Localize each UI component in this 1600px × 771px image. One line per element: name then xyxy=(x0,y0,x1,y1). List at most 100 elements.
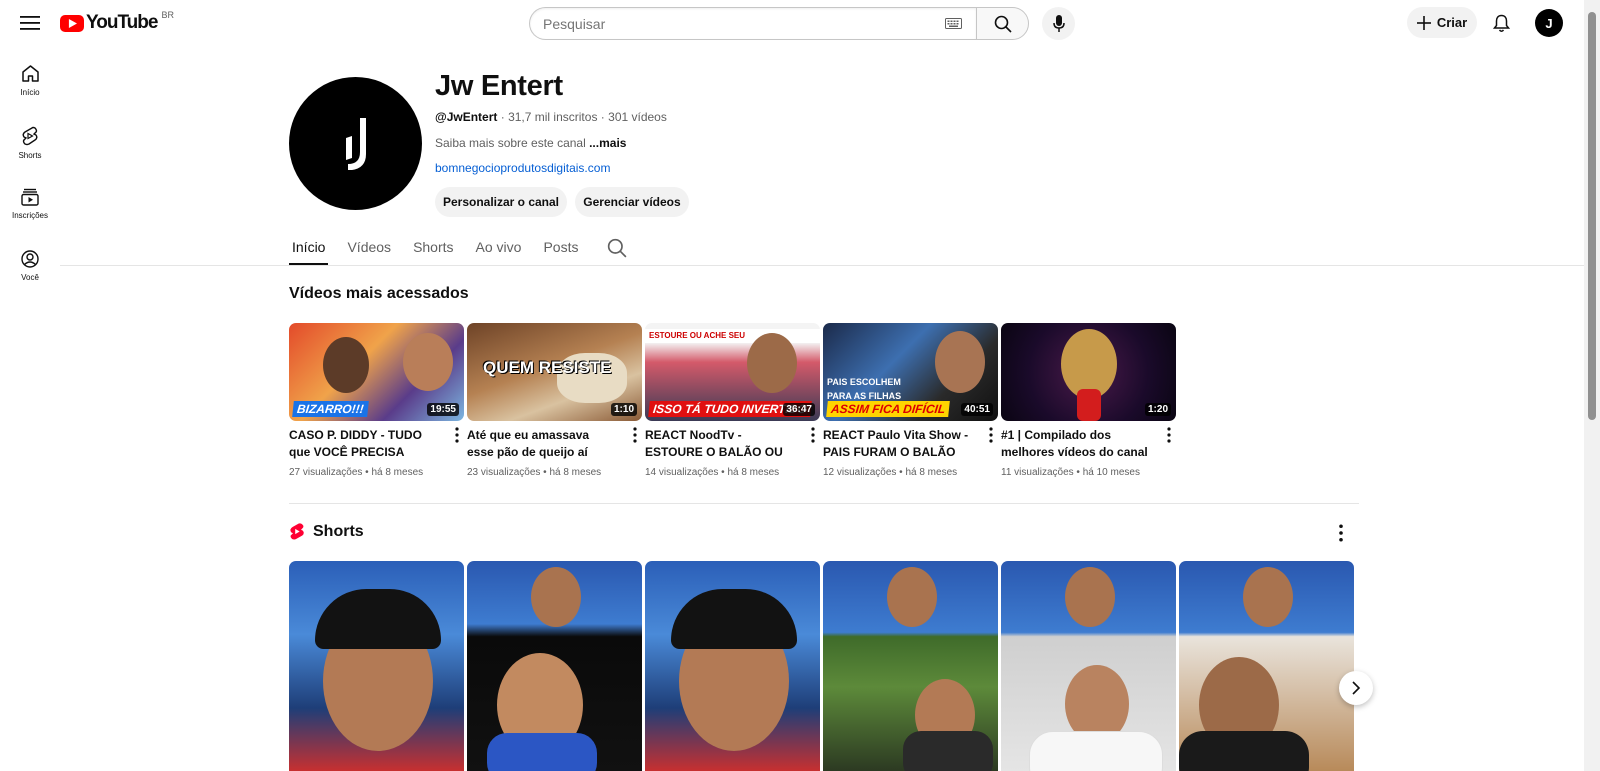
menu-icon xyxy=(20,16,40,30)
channel-handle: @JwEntert xyxy=(435,110,498,124)
video-card[interactable]: ESTOURE OU ACHE SEU ISSO TÁ TUDO INVERTI… xyxy=(645,323,820,478)
chevron-right-icon xyxy=(1352,681,1361,695)
video-card[interactable]: PAIS ESCOLHEM PARA AS FILHAS ASSIM FICA … xyxy=(823,323,998,478)
notifications-button[interactable] xyxy=(1486,8,1516,38)
page-scrollbar-thumb[interactable] xyxy=(1588,12,1596,420)
video-thumbnail[interactable]: QUEM RESISTE 1:10 xyxy=(467,323,642,421)
thumbnail-shirt xyxy=(1179,731,1309,771)
keyboard-icon[interactable] xyxy=(945,18,962,29)
thumbnail-caption: QUEM RESISTE xyxy=(483,358,612,377)
shorts-more-options-icon[interactable] xyxy=(1333,524,1349,542)
customize-channel-button[interactable]: Personalizar o canal xyxy=(435,187,567,217)
video-count: 301 vídeos xyxy=(608,110,667,124)
nav-label: Inscrições xyxy=(11,211,48,220)
more-options-icon[interactable] xyxy=(986,427,996,443)
short-thumbnail[interactable] xyxy=(645,561,820,771)
search-input[interactable] xyxy=(543,15,945,32)
nav-item-you[interactable]: Você xyxy=(0,242,60,304)
you-icon xyxy=(21,250,39,268)
thumbnail-caption: ASSIM FICA DIFÍCIL xyxy=(826,401,951,417)
voice-search-button[interactable] xyxy=(1042,7,1075,40)
video-duration: 1:10 xyxy=(610,403,637,416)
channel-avatar[interactable] xyxy=(289,77,422,210)
more-options-icon[interactable] xyxy=(630,427,640,443)
channel-meta: @JwEntert · 31,7 mil inscritos · 301 víd… xyxy=(435,110,667,124)
thumbnail-shirt xyxy=(487,733,597,771)
nav-item-shorts[interactable]: Shorts xyxy=(0,118,60,180)
shorts-next-button[interactable] xyxy=(1339,671,1373,705)
video-title[interactable]: #1 | Compilado dos melhores vídeos do ca… xyxy=(1001,427,1151,461)
logo-text: YouTube xyxy=(86,12,158,33)
video-thumbnail[interactable]: BIZARRO!!! 19:55 xyxy=(289,323,464,421)
hamburger-menu-button[interactable] xyxy=(14,8,46,38)
more-options-icon[interactable] xyxy=(1164,427,1174,443)
youtube-logo[interactable]: YouTube BR xyxy=(60,10,174,34)
video-title[interactable]: Até que eu amassava esse pão de queijo a… xyxy=(467,427,617,461)
video-duration: 19:55 xyxy=(427,403,459,416)
shorts-icon xyxy=(22,126,38,146)
video-duration: 36:47 xyxy=(783,403,815,416)
more-options-icon[interactable] xyxy=(452,427,462,443)
nav-item-subscriptions[interactable]: Inscrições xyxy=(0,180,60,242)
short-thumbnail[interactable] xyxy=(1179,561,1354,771)
video-stats: 14 visualizações • há 8 meses xyxy=(645,467,780,478)
video-title[interactable]: CASO P. DIDDY - TUDO que VOCÊ PRECISA SA… xyxy=(289,427,439,461)
channel-external-link[interactable]: bomnegocioprodutosdigitais.com xyxy=(435,161,610,175)
thumbnail-vest xyxy=(903,731,993,771)
thumbnail-figure xyxy=(1243,567,1293,627)
meta-separator: · xyxy=(600,110,605,124)
channel-tabs: Início Vídeos Shorts Ao vivo Posts xyxy=(289,231,627,265)
upload-age: há 10 meses xyxy=(1082,467,1140,478)
video-card[interactable]: 1:20 #1 | Compilado dos melhores vídeos … xyxy=(1001,323,1176,478)
video-thumbnail[interactable]: ESTOURE OU ACHE SEU ISSO TÁ TUDO INVERTI… xyxy=(645,323,820,421)
thumbnail-banner: PAIS ESCOLHEM PARA AS FILHAS xyxy=(827,377,902,401)
short-thumbnail[interactable] xyxy=(467,561,642,771)
short-thumbnail[interactable] xyxy=(289,561,464,771)
upload-age: há 8 meses xyxy=(549,467,602,478)
video-thumbnail[interactable]: PAIS ESCOLHEM PARA AS FILHAS ASSIM FICA … xyxy=(823,323,998,421)
thumbnail-cap xyxy=(315,589,441,649)
video-thumbnail[interactable]: 1:20 xyxy=(1001,323,1176,421)
about-more-link[interactable]: ...mais xyxy=(589,136,626,150)
video-stats: 27 visualizações • há 8 meses xyxy=(289,467,424,478)
short-thumbnail[interactable] xyxy=(1001,561,1176,771)
view-count: 23 visualizações xyxy=(467,467,541,478)
nav-label: Shorts xyxy=(18,151,42,160)
channel-description[interactable]: Saiba mais sobre este canal ...mais xyxy=(435,136,626,150)
create-button[interactable]: Criar xyxy=(1407,7,1477,38)
video-card[interactable]: BIZARRO!!! 19:55 CASO P. DIDDY - TUDO qu… xyxy=(289,323,464,478)
view-count: 27 visualizações xyxy=(289,467,363,478)
tab-videos[interactable]: Vídeos xyxy=(344,231,394,265)
video-title[interactable]: REACT NoodTv - ESTOURE O BALÃO OU ENCONT… xyxy=(645,427,795,461)
video-title[interactable]: REACT Paulo Vita Show - PAIS FURAM O BAL… xyxy=(823,427,973,461)
bell-icon xyxy=(1492,14,1510,32)
tab-shorts[interactable]: Shorts xyxy=(410,231,456,265)
short-thumbnail[interactable] xyxy=(823,561,998,771)
account-avatar[interactable]: J xyxy=(1535,9,1563,37)
about-text: Saiba mais sobre este canal xyxy=(435,136,586,150)
account-initial: J xyxy=(1545,15,1553,31)
tab-home[interactable]: Início xyxy=(289,231,329,265)
channel-name: Jw Entert xyxy=(435,70,563,102)
thumbnail-caption: BIZARRO!!! xyxy=(292,401,369,417)
nav-item-home[interactable]: Início xyxy=(0,56,60,118)
country-code: BR xyxy=(161,10,174,20)
tab-live[interactable]: Ao vivo xyxy=(473,231,525,265)
meta-separator: · xyxy=(500,110,505,124)
channel-logo-icon xyxy=(345,117,366,170)
tab-posts[interactable]: Posts xyxy=(540,231,581,265)
plus-icon xyxy=(1416,15,1431,30)
create-label: Criar xyxy=(1436,15,1468,30)
upload-age: há 8 meses xyxy=(727,467,780,478)
video-card[interactable]: QUEM RESISTE 1:10 Até que eu amassava es… xyxy=(467,323,642,478)
search-button[interactable] xyxy=(976,7,1029,40)
popular-videos-title: Vídeos mais acessados xyxy=(289,285,469,302)
view-count: 14 visualizações xyxy=(645,467,719,478)
shorts-section-header: Shorts xyxy=(289,522,364,541)
thumbnail-figure xyxy=(323,337,369,393)
more-options-icon[interactable] xyxy=(808,427,818,443)
section-divider xyxy=(289,503,1359,504)
channel-search-icon[interactable] xyxy=(607,237,627,259)
manage-videos-button[interactable]: Gerenciar vídeos xyxy=(575,187,689,217)
view-count: 12 visualizações xyxy=(823,467,897,478)
